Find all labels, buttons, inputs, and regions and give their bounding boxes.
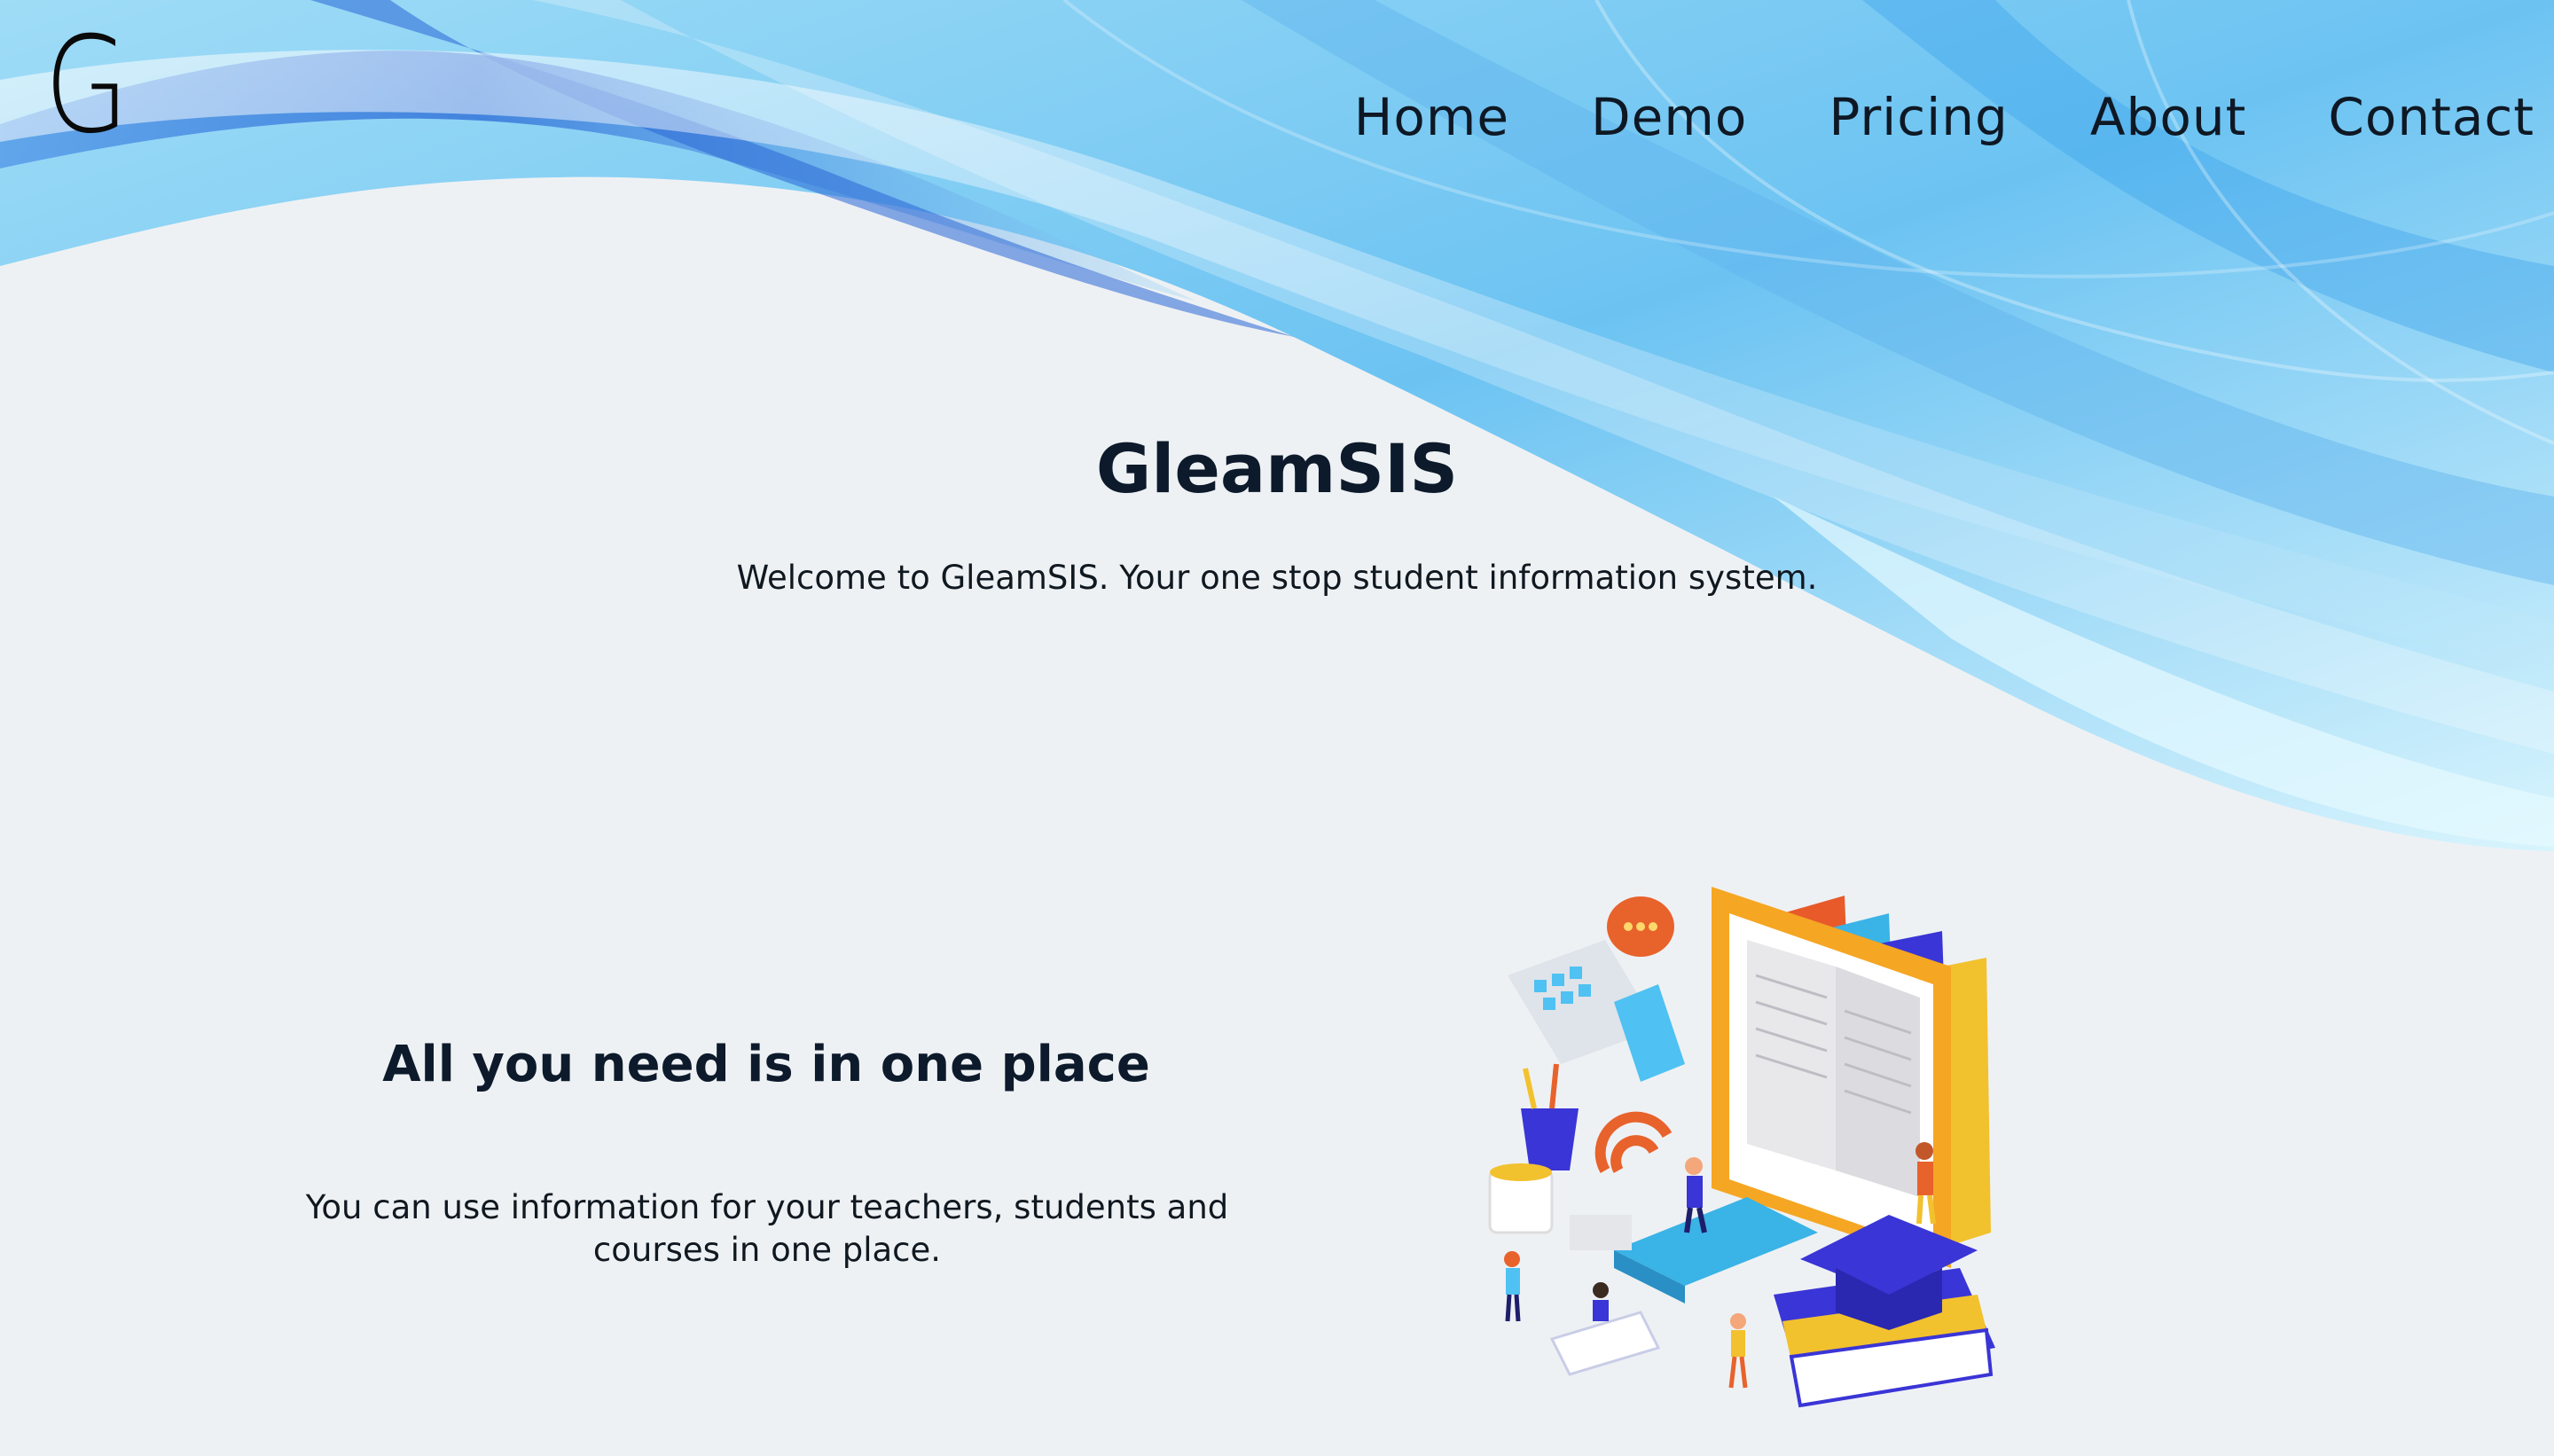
feature-description: You can use information for your teacher… xyxy=(305,1188,1229,1269)
nav-contact[interactable]: Contact xyxy=(2328,87,2534,147)
education-illustration-icon xyxy=(1488,887,1995,1408)
nav-home[interactable]: Home xyxy=(1354,87,1509,147)
nav-demo[interactable]: Demo xyxy=(1591,87,1747,147)
main-nav: Home Demo Pricing About Contact xyxy=(1273,87,2534,147)
nav-about[interactable]: About xyxy=(2090,87,2246,147)
nav-pricing[interactable]: Pricing xyxy=(1829,87,2009,147)
hero-subtitle: Welcome to GleamSIS. Your one stop stude… xyxy=(736,559,1818,597)
logo[interactable]: G xyxy=(44,20,129,153)
hero-title: GleamSIS xyxy=(1095,429,1459,508)
feature-title: All you need is in one place xyxy=(382,1036,1150,1093)
